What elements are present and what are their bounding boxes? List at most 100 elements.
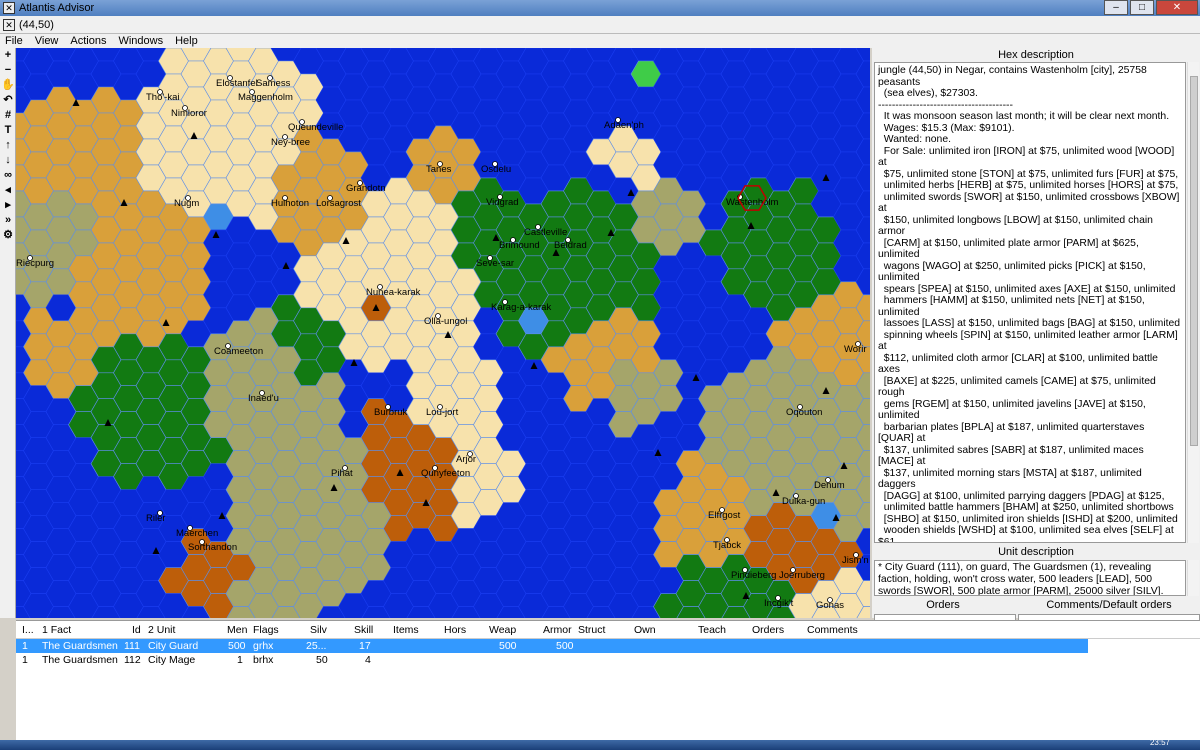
city-label[interactable]: Incgik't <box>764 598 794 609</box>
city-label[interactable]: Nimloror <box>171 108 207 119</box>
city-label[interactable]: Elostanfel <box>216 78 258 89</box>
city-label[interactable]: Ney-bree <box>271 137 310 148</box>
city-label[interactable]: Osdelu <box>481 164 511 175</box>
col-header[interactable]: 2 Unit <box>148 624 175 636</box>
hand-icon[interactable]: ✋ <box>0 78 16 93</box>
arrow-down-icon[interactable]: ↓ <box>0 153 16 168</box>
city-label[interactable]: Tho'-kai <box>146 92 180 103</box>
city-label[interactable]: Adaen'ph <box>604 120 644 131</box>
hex-grid[interactable] <box>16 48 870 618</box>
city-label[interactable]: Arjor <box>456 454 476 465</box>
col-header[interactable]: Items <box>393 624 419 636</box>
city-label[interactable]: Worir <box>844 344 867 355</box>
city-label[interactable]: Nunea-karak <box>366 287 421 298</box>
hex-description-scrollbar[interactable] <box>1187 62 1199 543</box>
col-header[interactable]: Skill <box>354 624 373 636</box>
city-label[interactable]: Gonas <box>816 600 844 611</box>
col-header[interactable]: Silv <box>310 624 327 636</box>
arrow-up-icon[interactable]: ↑ <box>0 138 16 153</box>
col-header[interactable]: Weap <box>489 624 516 636</box>
city-label[interactable]: Wastenholm <box>726 197 779 208</box>
menu-view[interactable]: View <box>30 35 66 47</box>
triangle-left-icon[interactable]: ◂ <box>0 183 16 198</box>
city-label[interactable]: Grandotn <box>346 183 386 194</box>
menu-actions[interactable]: Actions <box>65 35 113 47</box>
hex-description-text: jungle (44,50) in Negar, contains Wasten… <box>874 62 1186 543</box>
col-header[interactable]: Hors <box>444 624 466 636</box>
city-label[interactable]: Vidgrad <box>486 197 519 208</box>
hex-map[interactable]: Tho'-kai Elostanfel Samess Maggenholm Nimlor… <box>16 48 870 618</box>
city-label[interactable]: Denum <box>814 480 845 491</box>
cell-fact: The Guardsmen <box>42 654 118 666</box>
text-icon[interactable]: T <box>0 123 16 138</box>
unit-description-scrollbar[interactable] <box>1187 560 1199 596</box>
city-label[interactable]: Queundeville <box>288 122 343 133</box>
col-header[interactable]: Armor <box>543 624 572 636</box>
minimize-button[interactable]: – <box>1104 0 1128 15</box>
city-label[interactable]: Sorthandon <box>188 542 237 553</box>
col-header[interactable]: Id <box>132 624 141 636</box>
cell-unit: City Mage <box>148 654 196 666</box>
col-header[interactable]: Comments <box>807 624 858 636</box>
city-label[interactable]: Nugm <box>174 198 199 209</box>
table-row[interactable]: 1 The Guardsmen 111 City Guard 500 grhx … <box>16 639 1088 653</box>
col-header[interactable]: Own <box>634 624 656 636</box>
cell-id: 111 <box>124 640 140 652</box>
city-label[interactable]: Riler <box>146 513 166 524</box>
menu-windows[interactable]: Windows <box>113 35 170 47</box>
city-label[interactable]: Pihat <box>331 468 353 479</box>
grid-icon[interactable]: # <box>0 108 16 123</box>
city-label[interactable]: Riecpurg <box>16 258 54 269</box>
col-header[interactable]: I... <box>22 624 34 636</box>
city-label[interactable]: Elfrgost <box>708 510 741 521</box>
col-header[interactable]: Teach <box>698 624 726 636</box>
menu-help[interactable]: Help <box>170 35 205 47</box>
city-label[interactable]: Brimound <box>499 240 540 251</box>
city-label[interactable]: Maggenholm <box>238 92 293 103</box>
hex-map-canvas[interactable]: Tho'-kai ElostanfelSamess Maggenholm Nimlor… <box>16 48 870 618</box>
city-label[interactable]: Joerruberg <box>779 570 825 581</box>
city-label[interactable]: Seve-sar <box>476 258 514 269</box>
city-label[interactable]: Jism'n <box>842 555 869 566</box>
city-label[interactable]: Qunyfeeton <box>421 468 470 479</box>
col-header[interactable]: Men <box>227 624 247 636</box>
city-label[interactable]: Dulka-gun <box>782 496 825 507</box>
city-label[interactable]: Inaed'u <box>248 393 279 404</box>
city-label[interactable]: Tanes <box>426 164 452 175</box>
comments-header: Comments/Default orders <box>1046 599 1172 611</box>
city-label[interactable]: Tjabck <box>713 540 741 551</box>
zoom-out-icon[interactable]: − <box>0 63 16 78</box>
city-label[interactable]: Samess <box>256 78 291 89</box>
maximize-button[interactable]: □ <box>1130 0 1154 15</box>
city-label[interactable]: Hulhoton <box>271 198 309 209</box>
city-label[interactable]: Beldrad <box>554 240 587 251</box>
city-label[interactable]: Pindieberg <box>731 570 776 581</box>
link-icon[interactable]: ∞ <box>0 168 16 183</box>
city-label[interactable]: Karag-a-karak <box>491 302 551 313</box>
col-header[interactable]: 1 Fact <box>42 624 71 636</box>
city-label[interactable]: Oqouton <box>786 407 822 418</box>
city-label[interactable]: Maerchen <box>176 528 218 539</box>
fast-forward-icon[interactable]: » <box>0 213 16 228</box>
unit-description-header: Unit description <box>998 546 1074 558</box>
menu-bar: File View Actions Windows Help <box>0 34 1200 48</box>
city-label[interactable]: Castleville <box>524 227 567 238</box>
cell-i: 1 <box>22 640 28 652</box>
triangle-right-icon[interactable]: ▸ <box>0 198 16 213</box>
city-label[interactable]: Lorsagrost <box>316 198 361 209</box>
undo-icon[interactable]: ↶ <box>0 93 16 108</box>
city-label[interactable]: Lou-jort <box>426 407 459 418</box>
city-label[interactable]: Coameeton <box>214 346 263 357</box>
close-button[interactable]: ✕ <box>1156 0 1198 15</box>
menu-file[interactable]: File <box>0 35 30 47</box>
table-row[interactable]: 1 The Guardsmen 112 City Mage 1 brhx 50 … <box>16 653 1200 667</box>
scroll-thumb[interactable] <box>1190 76 1198 446</box>
settings-icon[interactable]: ⚙ <box>0 228 16 243</box>
zoom-in-icon[interactable]: + <box>0 48 16 63</box>
col-header[interactable]: Struct <box>578 624 605 636</box>
city-label[interactable]: Burbruk <box>374 407 408 418</box>
city-label[interactable]: Olla-ungol <box>424 316 467 327</box>
col-header[interactable]: Orders <box>752 624 784 636</box>
unit-list-header: I... 1 Fact Id 2 Unit Men Flags Silv Ski… <box>16 621 1200 639</box>
col-header[interactable]: Flags <box>253 624 279 636</box>
